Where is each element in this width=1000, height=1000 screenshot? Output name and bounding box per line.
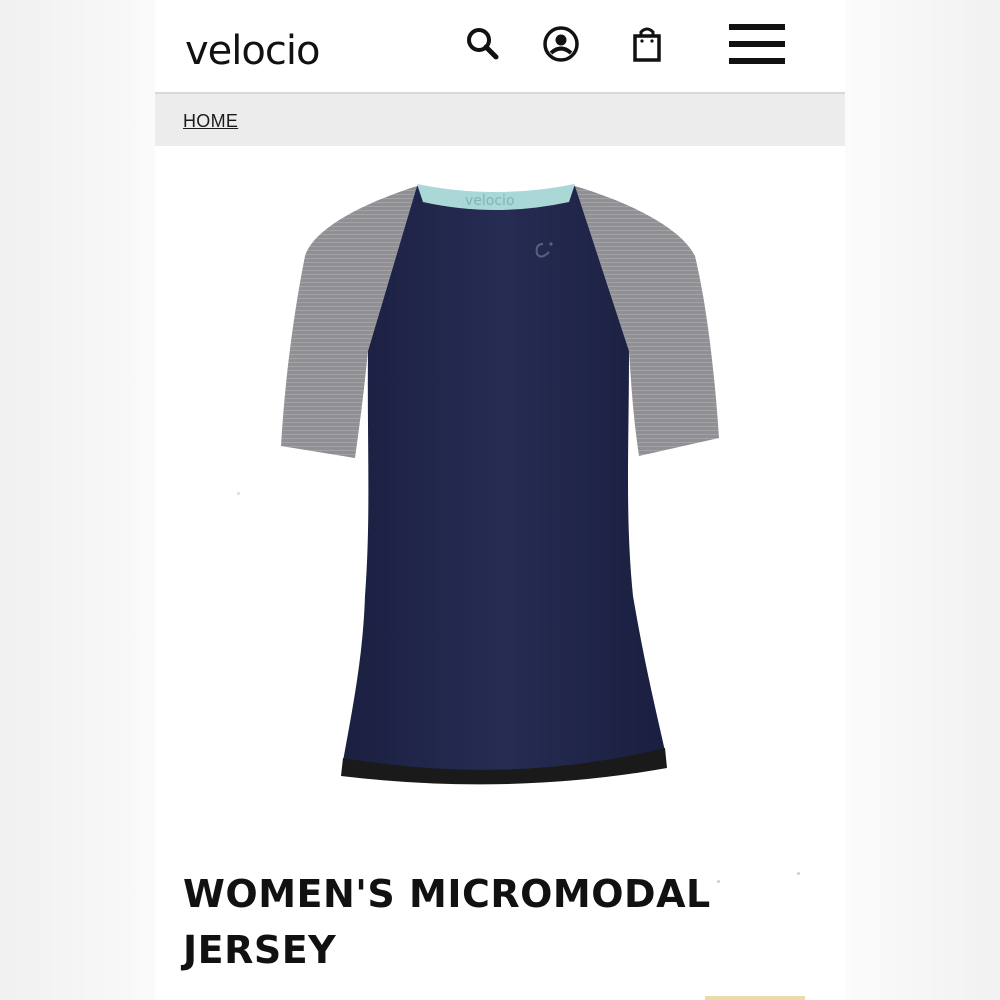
breadcrumb: HOME	[155, 94, 845, 146]
site-header: velocio	[155, 0, 845, 94]
hamburger-menu-icon[interactable]	[729, 20, 785, 68]
mobile-page: velocio HOME velocio WOMEN'S MICROMODAL …	[155, 0, 845, 1000]
search-icon[interactable]	[463, 24, 503, 64]
velocio-logo[interactable]: velocio	[183, 26, 353, 72]
shopping-bag-icon[interactable]	[627, 24, 667, 64]
product-title: WOMEN'S MICROMODAL JERSEY	[183, 872, 711, 972]
blurred-background-left	[0, 0, 155, 1000]
dust-speck	[797, 872, 800, 875]
blurred-background-right	[845, 0, 1000, 1000]
dust-speck	[237, 492, 240, 495]
collar-print: velocio	[465, 193, 515, 209]
breadcrumb-home-link[interactable]: HOME	[183, 111, 238, 132]
price-badge-edge	[705, 996, 805, 1000]
product-image-jersey: velocio	[281, 184, 719, 785]
logo-wordmark: velocio	[185, 28, 319, 72]
account-icon[interactable]	[541, 24, 581, 64]
dust-speck	[717, 880, 720, 883]
